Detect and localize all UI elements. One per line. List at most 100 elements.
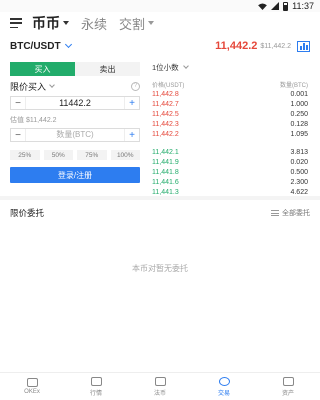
ask-row[interactable]: 11,442.3 0.128 [152, 120, 308, 130]
menu-icon[interactable] [10, 18, 22, 28]
last-price: 11,442.2 [215, 40, 258, 52]
nav-label: 行情 [89, 390, 102, 397]
ask-qty: 1.000 [290, 100, 308, 108]
pair-selector[interactable]: BTC/USDT [10, 41, 61, 52]
buy-tab[interactable]: 买入 [10, 62, 75, 76]
chevron-down-icon[interactable] [49, 81, 55, 88]
pair-header: BTC/USDT 11,442.2 $11,442.2 [0, 36, 320, 56]
tab-perpetual-label: 永续 [81, 16, 108, 32]
book-spread-gap [152, 140, 308, 146]
nav-item-assets[interactable]: 资产 [256, 373, 320, 400]
ask-row[interactable]: 11,442.7 1.000 [152, 99, 308, 109]
ask-price: 11,442.3 [152, 121, 179, 129]
help-icon[interactable]: ? [131, 81, 140, 91]
bid-price: 11,441.9 [152, 158, 179, 166]
tab-spot-label: 币币 [32, 15, 60, 31]
orders-header: 限价委托 全部委托 [10, 207, 310, 219]
chevron-down-icon[interactable] [64, 40, 72, 49]
signal-icon [271, 2, 280, 10]
chevron-down-icon [63, 21, 69, 25]
empty-orders-text: 本币对暂无委托 [132, 264, 188, 273]
login-register-button[interactable]: 登录/注册 [10, 167, 140, 183]
ask-row[interactable]: 11,442.2 1.095 [152, 130, 308, 140]
amount-stepper: − 数量(BTC) + [10, 128, 140, 142]
wallet-icon [282, 376, 294, 386]
nav-label: OKEx [24, 389, 40, 395]
percent-50-button[interactable]: 50% [43, 150, 73, 160]
bid-rows: 11,442.1 3.813 11,441.9 0.020 11,441.8 0.50… [152, 147, 308, 198]
pair-price-group: 11,442.2 $11,442.2 [215, 40, 310, 52]
amount-input[interactable]: 数量(BTC) [25, 129, 125, 141]
bid-row[interactable]: 11,442.1 3.813 [152, 147, 308, 157]
percent-25-button[interactable]: 25% [10, 150, 40, 160]
top-nav: 币币 永续 交割 [0, 12, 320, 34]
percent-row: 25% 50% 75% 100% [10, 150, 140, 160]
precision-label: 1位小数 [152, 62, 179, 72]
order-type-row: 限价买入 ? [10, 80, 140, 93]
ask-row[interactable]: 11,442.8 0.001 [152, 89, 308, 99]
status-bar: 11:37 [0, 0, 320, 12]
bid-row[interactable]: 11,441.6 2.300 [152, 178, 308, 188]
ask-price: 11,442.2 [152, 131, 179, 139]
order-type-selector[interactable]: 限价买入 [10, 80, 46, 93]
chevron-down-icon [148, 21, 155, 25]
fiat-icon [154, 376, 166, 386]
bid-qty: 0.500 [290, 168, 308, 176]
section-divider [0, 196, 320, 200]
all-orders-label: 全部委托 [282, 210, 310, 217]
nav-label: 资产 [281, 390, 294, 397]
book-header: 价格(USDT) 数量(BTC) [152, 80, 308, 89]
qty-header: 数量(BTC) [280, 83, 308, 89]
bid-row[interactable]: 11,441.8 0.500 [152, 167, 308, 177]
bid-row[interactable]: 11,441.9 0.020 [152, 157, 308, 167]
fiat-price: $11,442.2 [260, 42, 291, 50]
ask-qty: 0.001 [290, 90, 308, 98]
tab-futures-label: 交割 [119, 16, 146, 32]
nav-label: 法币 [153, 390, 166, 397]
bid-qty: 2.300 [290, 179, 308, 187]
kline-chart-icon[interactable] [297, 40, 310, 52]
all-orders-link[interactable]: 全部委托 [271, 208, 310, 218]
price-stepper: − 11442.2 + [10, 96, 140, 110]
price-input[interactable]: 11442.2 [25, 97, 125, 109]
orders-title: 限价委托 [10, 208, 45, 218]
status-icons: 11:37 [258, 0, 314, 12]
percent-75-button[interactable]: 75% [77, 150, 107, 160]
nav-item-fiat[interactable]: 法币 [128, 373, 192, 400]
bid-qty: 0.020 [290, 158, 308, 166]
tab-spot[interactable]: 币币 [32, 13, 69, 33]
amount-increment-button[interactable]: + [125, 129, 139, 141]
order-book: 1位小数 价格(USDT) 数量(BTC) 11,442.8 0.001 11,4… [152, 62, 308, 198]
bid-price: 11,441.8 [152, 168, 179, 176]
tab-futures[interactable]: 交割 [119, 14, 155, 33]
percent-100-button[interactable]: 100% [110, 150, 140, 160]
market-icon [90, 376, 102, 386]
ask-row[interactable]: 11,442.5 0.250 [152, 109, 308, 119]
ask-qty: 1.095 [290, 131, 308, 139]
precision-selector[interactable]: 1位小数 [152, 62, 308, 72]
price-increment-button[interactable]: + [125, 97, 139, 109]
valuation-text: 估值 $11,442.2 [10, 117, 57, 124]
bottom-nav: OKEx 行情 法币 交易 资产 [0, 372, 320, 400]
nav-item-home[interactable]: OKEx [0, 373, 64, 400]
ask-price: 11,442.7 [152, 100, 179, 108]
ask-price: 11,442.5 [152, 110, 179, 118]
bid-price: 11,442.1 [152, 148, 179, 156]
nav-item-market[interactable]: 行情 [64, 373, 128, 400]
status-time: 11:37 [292, 1, 314, 11]
trade-icon [218, 376, 230, 386]
bid-price: 11,441.6 [152, 179, 179, 187]
side-toggle: 买入 卖出 [10, 62, 140, 76]
ask-rows: 11,442.8 0.001 11,442.7 1.000 11,442.5 0.25… [152, 89, 308, 140]
price-decrement-button[interactable]: − [11, 97, 25, 109]
tab-perpetual[interactable]: 永续 [81, 14, 107, 33]
ask-qty: 0.128 [290, 121, 308, 129]
trade-panel: 买入 卖出 限价买入 ? − 11442.2 + 估值 $11,442.2 − … [10, 62, 140, 183]
ask-qty: 0.250 [290, 110, 308, 118]
chevron-down-icon [182, 62, 189, 69]
nav-item-trade[interactable]: 交易 [192, 373, 256, 400]
nav-label: 交易 [217, 390, 230, 397]
wifi-icon [258, 2, 268, 10]
sell-tab[interactable]: 卖出 [75, 62, 140, 76]
amount-decrement-button[interactable]: − [11, 129, 25, 141]
